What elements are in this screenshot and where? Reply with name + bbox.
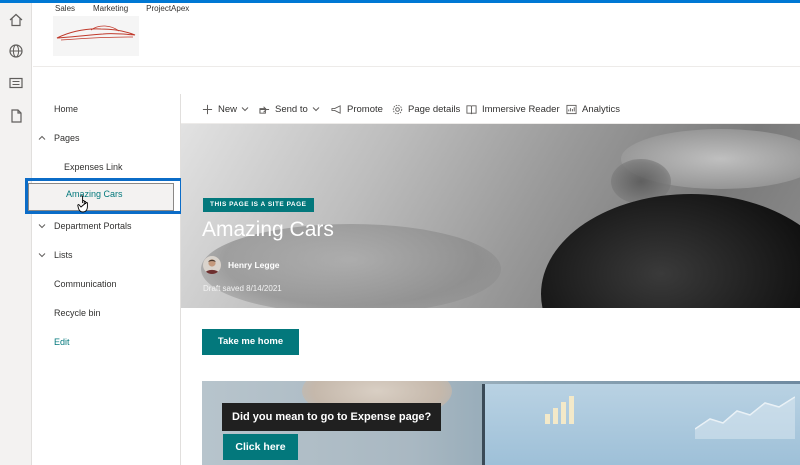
- left-navigation: Home Pages Expenses Link Amazing Cars De…: [25, 94, 183, 465]
- nav-item-lists[interactable]: Lists: [33, 243, 181, 267]
- hub-link-sales[interactable]: Sales: [55, 4, 75, 13]
- banner-question: Did you mean to go to Expense page?: [222, 403, 442, 431]
- command-bar: New Send to Promote Page details Immersi…: [181, 94, 800, 124]
- send-to-button[interactable]: Send to: [259, 94, 320, 124]
- bar-graphic: [545, 394, 585, 424]
- chevron-down-icon[interactable]: [38, 222, 46, 230]
- author-name[interactable]: Henry Legge: [228, 260, 280, 270]
- analytics-icon: [566, 104, 577, 114]
- click-here-button[interactable]: Click here: [223, 434, 298, 460]
- news-icon[interactable]: [8, 75, 24, 91]
- nav-edit-link[interactable]: Edit: [33, 330, 181, 354]
- chevron-down-icon[interactable]: [38, 251, 46, 259]
- document-icon[interactable]: [8, 108, 24, 124]
- banner-image-screen: [482, 384, 800, 465]
- hub-link-marketing[interactable]: Marketing: [93, 4, 128, 13]
- nav-item-recycle-bin[interactable]: Recycle bin: [33, 301, 181, 325]
- app-rail: [0, 3, 32, 465]
- nav-item-department-portals[interactable]: Department Portals: [33, 214, 181, 238]
- chevron-up-icon[interactable]: [38, 134, 46, 142]
- chevron-down-icon: [312, 107, 320, 112]
- hub-link-projectapex[interactable]: ProjectApex: [146, 4, 189, 13]
- person-icon: [205, 259, 219, 274]
- site-logo[interactable]: [53, 16, 139, 56]
- promote-button[interactable]: Promote: [331, 94, 383, 124]
- home-icon[interactable]: [8, 12, 24, 28]
- draft-status: Draft saved 8/14/2021: [203, 284, 282, 293]
- hand-cursor-icon: [77, 195, 88, 213]
- globe-icon[interactable]: [8, 43, 24, 59]
- hero-image-car: [541, 194, 800, 308]
- megaphone-icon: [331, 104, 341, 114]
- selection-highlight: Amazing Cars: [25, 178, 183, 214]
- site-header: Sales Marketing ProjectApex: [33, 3, 800, 67]
- chevron-down-icon: [241, 107, 249, 112]
- hero-banner: THIS PAGE IS A SITE PAGE Amazing Cars He…: [181, 124, 800, 308]
- analytics-button[interactable]: Analytics: [566, 94, 620, 124]
- immersive-reader-button[interactable]: Immersive Reader: [466, 94, 560, 124]
- hub-nav: Sales Marketing ProjectApex: [55, 4, 207, 13]
- take-me-home-button[interactable]: Take me home: [202, 329, 299, 355]
- nav-item-pages[interactable]: Pages: [33, 126, 181, 150]
- new-button[interactable]: New: [202, 94, 249, 124]
- nav-item-amazing-cars[interactable]: Amazing Cars: [28, 183, 174, 211]
- page-details-button[interactable]: Page details: [392, 94, 460, 124]
- book-icon: [466, 104, 477, 114]
- share-icon: [259, 105, 270, 114]
- line-graphic: [695, 396, 795, 439]
- nav-item-home[interactable]: Home: [33, 97, 181, 121]
- site-page-badge: THIS PAGE IS A SITE PAGE: [203, 198, 314, 212]
- nav-item-communication[interactable]: Communication: [33, 272, 181, 296]
- nav-item-expenses-link[interactable]: Expenses Link: [33, 155, 181, 179]
- plus-icon: [202, 104, 213, 114]
- avatar[interactable]: [203, 256, 221, 274]
- page-title: Amazing Cars: [202, 218, 334, 241]
- gear-icon: [392, 104, 403, 114]
- car-logo-icon: [56, 25, 136, 41]
